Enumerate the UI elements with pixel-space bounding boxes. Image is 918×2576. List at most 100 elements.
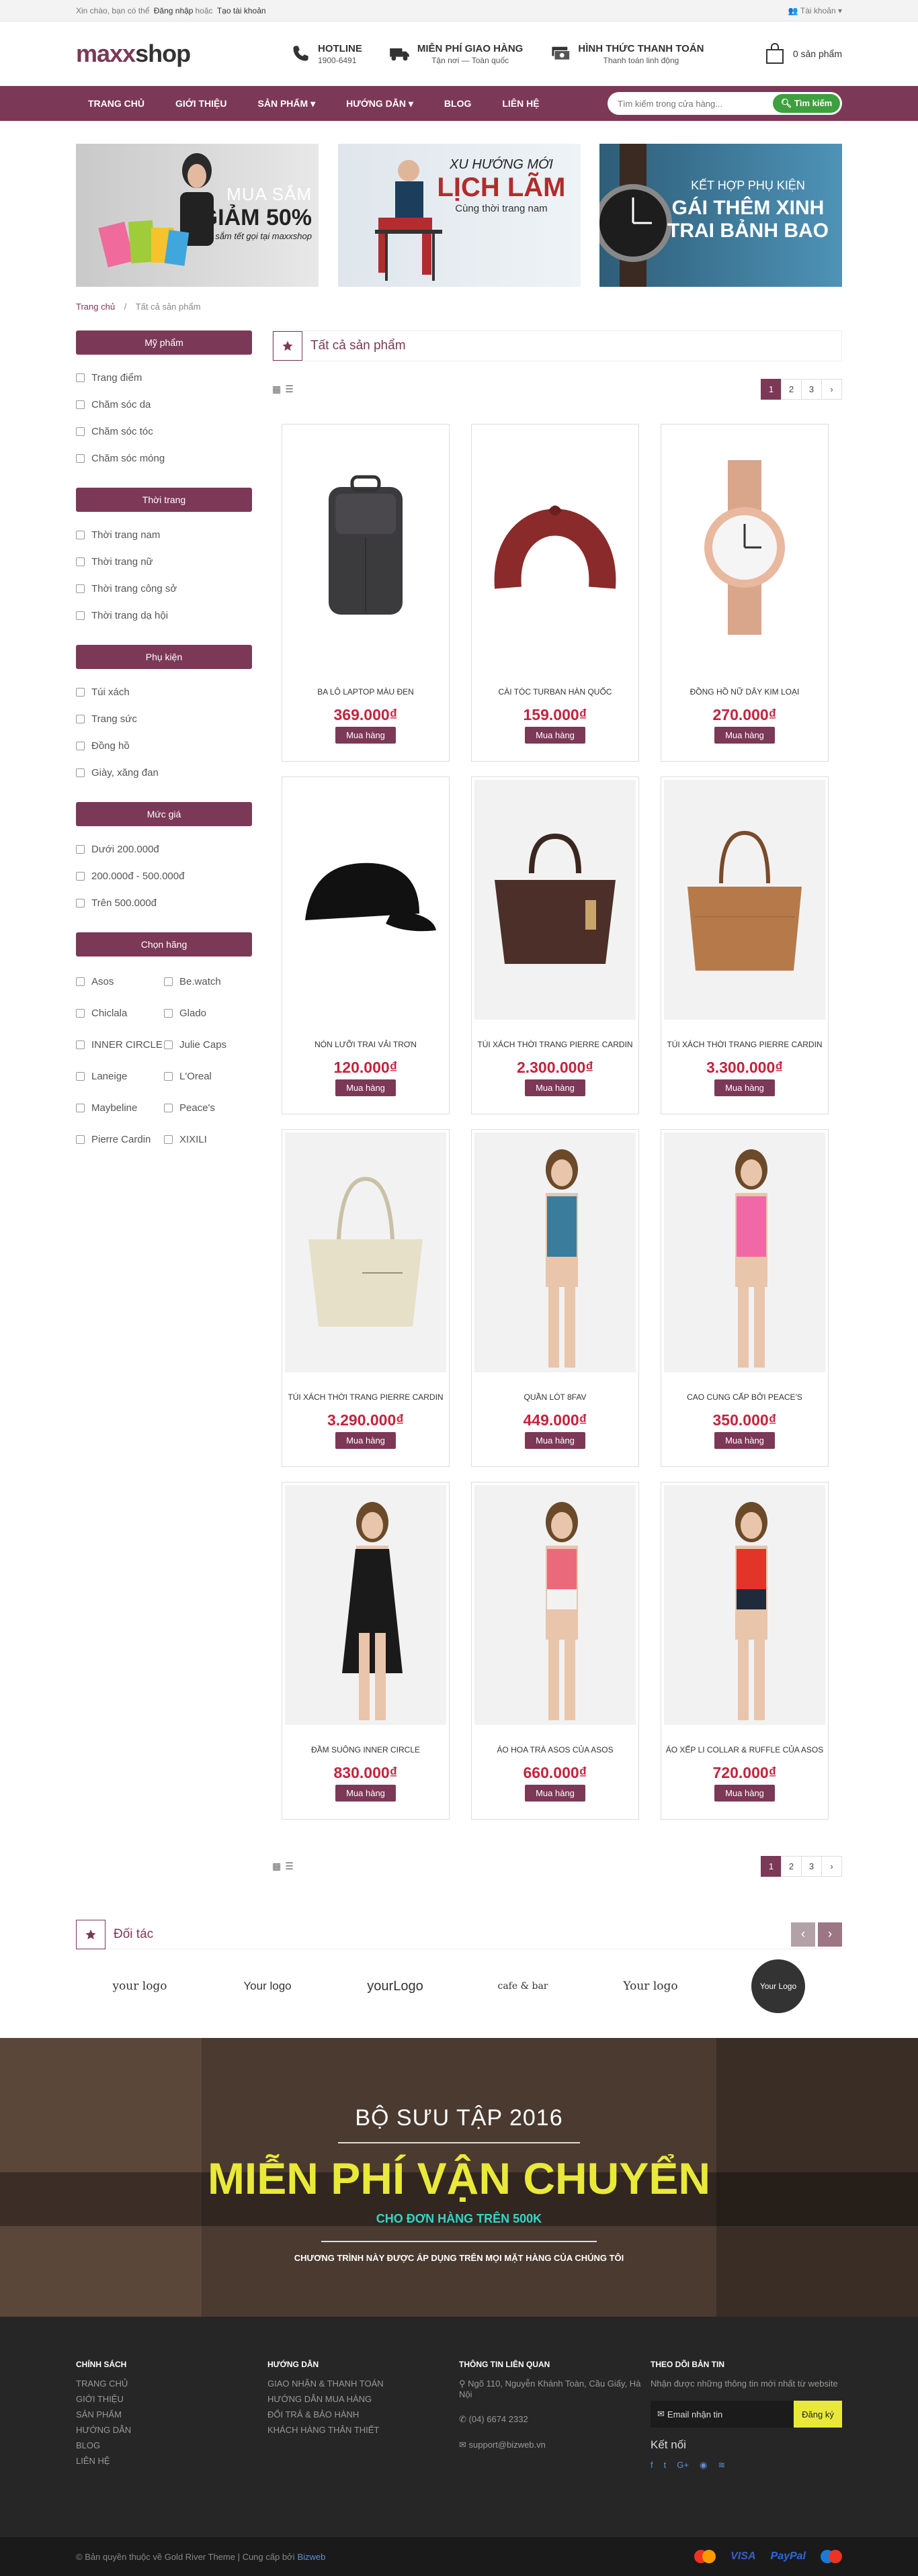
checkbox[interactable]	[76, 557, 85, 566]
buy-button[interactable]: Mua hàng	[335, 1432, 396, 1449]
buy-button[interactable]: Mua hàng	[335, 727, 396, 744]
search-input[interactable]	[610, 98, 773, 109]
footer-link[interactable]: GIỚI THIỆU	[76, 2394, 267, 2404]
footer-link[interactable]: BLOG	[76, 2440, 267, 2450]
filter-option[interactable]: Thời trang công sở	[76, 575, 252, 602]
buy-button[interactable]: Mua hàng	[714, 727, 775, 744]
cart[interactable]: 0 sản phẩm	[765, 43, 842, 64]
bizweb-link[interactable]: Bizweb	[297, 2552, 325, 2562]
banner-men[interactable]: XU HƯỚNG MỚI LỊCH LÃM Cùng thời trang na…	[337, 144, 581, 287]
next-page[interactable]: ›	[821, 1856, 842, 1877]
brand-option[interactable]: XIXILI	[164, 1124, 252, 1155]
filter-option[interactable]: Đồng hồ	[76, 732, 252, 759]
footer-link[interactable]: HƯỚNG DẪN MUA HÀNG	[267, 2394, 459, 2404]
checkbox[interactable]	[76, 611, 85, 620]
brand-option[interactable]: Glado	[164, 997, 252, 1029]
partner-logo[interactable]: Your Logo	[738, 1959, 819, 2013]
checkbox[interactable]	[76, 898, 85, 907]
logo[interactable]: maxxshop	[76, 40, 290, 68]
product-card[interactable]: TÚI XÁCH THỜI TRANG PIERRE CARDIN 3.300.0…	[661, 776, 829, 1114]
footer-link[interactable]: LIÊN HỆ	[76, 2456, 267, 2466]
product-image[interactable]	[664, 780, 825, 1020]
brand-option[interactable]: INNER CIRCLE	[76, 1029, 164, 1061]
product-card[interactable]: CÀI TÓC TURBAN HÀN QUỐC 159.000₫ Mua hàng	[471, 424, 639, 762]
checkbox[interactable]	[76, 714, 85, 723]
product-image[interactable]	[474, 780, 636, 1020]
product-name[interactable]: TÚI XÁCH THỜI TRANG PIERRE CARDIN	[285, 1392, 446, 1402]
account-dropdown[interactable]: 👥 Tài khoản ▾	[788, 6, 842, 15]
banner-accessories[interactable]: KẾT HỢP PHỤ KIỆN GÁI THÊM XINH TRAI BẢNH…	[599, 144, 842, 287]
product-card[interactable]: CAO CUNG CẤP BỞI PEACE'S 350.000₫ Mua hàng	[661, 1129, 829, 1467]
checkbox[interactable]	[164, 1040, 173, 1049]
grid-view-icon[interactable]: ▦	[272, 384, 281, 395]
breadcrumb-home[interactable]: Trang chủ	[76, 302, 115, 312]
product-image[interactable]	[664, 1132, 825, 1372]
nav-home[interactable]: TRANG CHỦ	[76, 98, 144, 109]
product-name[interactable]: CAO CUNG CẤP BỞI PEACE'S	[664, 1392, 825, 1402]
login-link[interactable]: Đăng nhập	[154, 6, 194, 15]
brand-option[interactable]: Pierre Cardin	[76, 1124, 164, 1155]
product-image[interactable]	[285, 427, 446, 667]
page-1[interactable]: 1	[761, 379, 782, 400]
product-name[interactable]: ĐỒNG HỒ NỮ DÂY KIM LOẠI	[664, 687, 825, 697]
footer-link[interactable]: HƯỚNG DẪN	[76, 2425, 267, 2435]
checkbox[interactable]	[164, 977, 173, 986]
partner-logo[interactable]: your logo	[99, 1980, 180, 1993]
checkbox[interactable]	[76, 400, 85, 409]
footer-link[interactable]: ĐỔI TRẢ & BẢO HÀNH	[267, 2409, 459, 2419]
checkbox[interactable]	[76, 687, 85, 697]
filter-option[interactable]: Trang sức	[76, 705, 252, 732]
filter-option[interactable]: Chăm sóc móng	[76, 445, 252, 472]
brand-option[interactable]: Peace's	[164, 1092, 252, 1124]
product-image[interactable]	[285, 1485, 446, 1725]
buy-button[interactable]: Mua hàng	[714, 1785, 775, 1802]
register-link[interactable]: Tạo tài khoản	[217, 6, 266, 15]
product-name[interactable]: NÓN LƯỠI TRAI VẢI TRƠN	[285, 1040, 446, 1049]
brand-option[interactable]: Maybeline	[76, 1092, 164, 1124]
product-name[interactable]: ĐẦM SUÔNG INNER CIRCLE	[285, 1745, 446, 1755]
filter-option[interactable]: Trên 500.000đ	[76, 889, 252, 916]
filter-option[interactable]: Dưới 200.000đ	[76, 836, 252, 862]
facebook-icon[interactable]: f	[651, 2460, 653, 2471]
checkbox[interactable]	[76, 530, 85, 539]
filter-option[interactable]: Thời trang dạ hội	[76, 602, 252, 629]
brand-option[interactable]: Be.watch	[164, 966, 252, 997]
nav-guide[interactable]: HƯỚNG DẪN ▾	[346, 98, 413, 109]
checkbox[interactable]	[76, 1072, 85, 1081]
product-card[interactable]: QUẦN LÓT 8FAV 449.000₫ Mua hàng	[471, 1129, 639, 1467]
page-1[interactable]: 1	[761, 1856, 782, 1877]
checkbox[interactable]	[76, 584, 85, 593]
product-card[interactable]: NÓN LƯỠI TRAI VẢI TRƠN 120.000₫ Mua hàng	[282, 776, 450, 1114]
product-card[interactable]: ĐẦM SUÔNG INNER CIRCLE 830.000₫ Mua hàng	[282, 1482, 450, 1820]
next-page[interactable]: ›	[821, 379, 842, 400]
brand-option[interactable]: L'Oreal	[164, 1061, 252, 1092]
product-name[interactable]: TÚI XÁCH THỜI TRANG PIERRE CARDIN	[474, 1040, 636, 1049]
buy-button[interactable]: Mua hàng	[335, 1785, 396, 1802]
filter-option[interactable]: Chăm sóc tóc	[76, 418, 252, 445]
filter-option[interactable]: Trang điểm	[76, 364, 252, 391]
footer-link[interactable]: TRANG CHỦ	[76, 2379, 267, 2389]
google-plus-icon[interactable]: G+	[677, 2460, 689, 2471]
email[interactable]: ✉ support@bizweb.vn	[459, 2440, 651, 2450]
filter-option[interactable]: Giày, xăng đan	[76, 759, 252, 786]
partner-logo[interactable]: cafe & bar	[483, 1981, 563, 1992]
product-name[interactable]: BA LÔ LAPTOP MÀU ĐEN	[285, 687, 446, 697]
buy-button[interactable]: Mua hàng	[525, 727, 585, 744]
page-2[interactable]: 2	[781, 379, 802, 400]
product-image[interactable]	[664, 427, 825, 667]
product-image[interactable]	[285, 1132, 446, 1372]
footer-link[interactable]: SẢN PHẨM	[76, 2409, 267, 2419]
product-card[interactable]: ÁO XẾP LI COLLAR & RUFFLE CỦA ASOS 720.00…	[661, 1482, 829, 1820]
buy-button[interactable]: Mua hàng	[525, 1432, 585, 1449]
filter-option[interactable]: Chăm sóc da	[76, 391, 252, 418]
product-name[interactable]: TÚI XÁCH THỜI TRANG PIERRE CARDIN	[664, 1040, 825, 1049]
buy-button[interactable]: Mua hàng	[335, 1079, 396, 1096]
checkbox[interactable]	[76, 1040, 85, 1049]
product-name[interactable]: ÁO HOA TRÀ ASOS CỦA ASOS	[474, 1745, 636, 1755]
twitter-icon[interactable]: t	[664, 2460, 667, 2471]
product-image[interactable]	[664, 1485, 825, 1725]
product-card[interactable]: BA LÔ LAPTOP MÀU ĐEN 369.000₫ Mua hàng	[282, 424, 450, 762]
banner-shopping[interactable]: MUA SẮM GIẢM 50% Mua sắm tết gọi tại max…	[76, 144, 319, 287]
checkbox[interactable]	[76, 871, 85, 881]
product-card[interactable]: TÚI XÁCH THỜI TRANG PIERRE CARDIN 3.290.0…	[282, 1129, 450, 1467]
